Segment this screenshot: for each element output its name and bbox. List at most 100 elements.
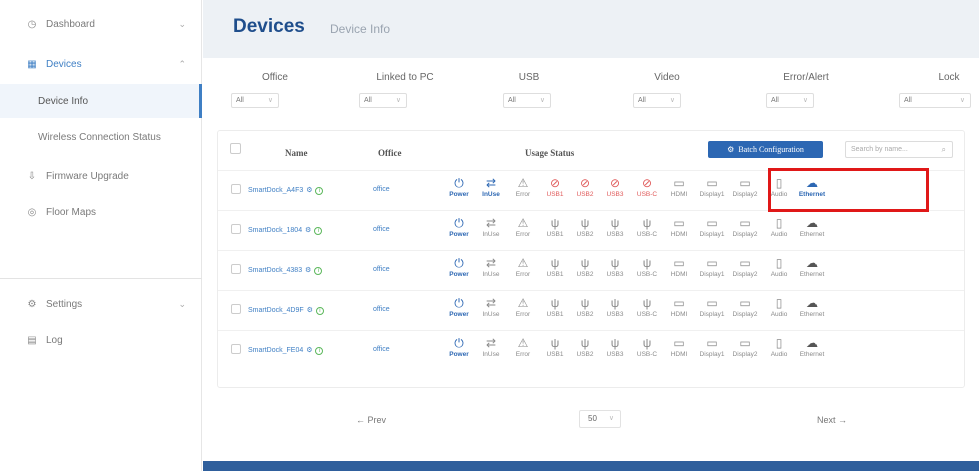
- gear-icon[interactable]: ⚙: [304, 187, 312, 194]
- status-7: ▭ HDMI: [663, 175, 695, 199]
- gear-icon[interactable]: ⚙: [303, 267, 311, 274]
- warning-icon: ⚠: [517, 216, 529, 230]
- info-icon[interactable]: i: [314, 227, 323, 235]
- audio-icon: ▯: [775, 256, 783, 270]
- info-icon[interactable]: i: [315, 187, 324, 195]
- status-label: Display1: [699, 311, 725, 318]
- status-label: USB1: [546, 311, 564, 318]
- grid-icon: ▦: [27, 58, 37, 70]
- status-label: Error: [515, 351, 531, 358]
- usb-icon: ψ: [580, 256, 590, 270]
- warning-icon: ⚠: [517, 256, 529, 270]
- status-label: InUse: [482, 231, 500, 238]
- status-11: ☁ Ethernet: [796, 215, 828, 239]
- status-label: InUse: [482, 311, 500, 318]
- gear-icon[interactable]: ⚙: [305, 307, 313, 314]
- sidebar-item-device-info[interactable]: Device Info: [0, 84, 202, 118]
- page-size-select[interactable]: 50 ∨: [579, 410, 621, 428]
- column-header-name: Name: [285, 148, 308, 158]
- sidebar-item-label: Device Info: [38, 95, 89, 107]
- status-label: Ethernet: [799, 311, 825, 318]
- usb-icon: ψ: [580, 296, 590, 310]
- status-label: Ethernet: [799, 351, 825, 358]
- filter-select-video[interactable]: All ∨: [633, 93, 681, 108]
- page-subtitle: Device Info: [330, 22, 391, 36]
- device-name: SmartDock_4383: [248, 267, 303, 274]
- row-checkbox[interactable]: [231, 184, 241, 194]
- batch-configuration-button[interactable]: ⚙ Batch Configuration: [708, 141, 823, 158]
- filter-select-office[interactable]: All ∨: [231, 93, 279, 108]
- sidebar-item-label: Settings: [46, 298, 83, 310]
- warning-icon: ⚠: [517, 176, 529, 190]
- device-office: office: [373, 226, 390, 233]
- sidebar-item-devices[interactable]: ▦ Devices ⌃: [0, 46, 202, 82]
- status-7: ▭ HDMI: [663, 255, 695, 279]
- status-4: ψ USB2: [569, 295, 601, 319]
- next-page-button[interactable]: Next →: [817, 415, 847, 425]
- chevron-down-icon: ∨: [267, 97, 273, 104]
- usb-icon: ψ: [642, 256, 652, 270]
- sidebar-item-label: Devices: [46, 58, 82, 70]
- sidebar-item-wireless[interactable]: Wireless Connection Status: [0, 120, 202, 154]
- sidebar-item-dashboard[interactable]: ◷ Dashboard ⌄: [0, 6, 202, 42]
- gear-icon[interactable]: ⚙: [303, 227, 311, 234]
- status-label: Error: [515, 311, 531, 318]
- status-2: ⚠ Error: [507, 255, 539, 279]
- status-label: Ethernet: [799, 271, 825, 278]
- sidebar-item-firmware[interactable]: ⇩ Firmware Upgrade: [0, 158, 202, 194]
- sidebar-item-floor-maps[interactable]: ◎ Floor Maps: [0, 194, 202, 230]
- device-name: SmartDock_1804: [248, 227, 303, 234]
- usb-icon: ψ: [550, 336, 560, 350]
- status-label: USB3: [606, 351, 624, 358]
- status-1: ⇄ InUse: [475, 175, 507, 199]
- status-label: InUse: [482, 191, 500, 198]
- row-checkbox[interactable]: [231, 344, 241, 354]
- status-10: ▯ Audio: [763, 255, 795, 279]
- sidebar-item-settings[interactable]: ⚙ Settings ⌄: [0, 286, 202, 322]
- status-11: ☁ Ethernet: [796, 295, 828, 319]
- chevron-down-icon: ∨: [608, 415, 614, 422]
- device-name-link[interactable]: SmartDock_1804 ⚙ i: [248, 226, 323, 235]
- row-checkbox[interactable]: [231, 264, 241, 274]
- gear-icon[interactable]: ⚙: [304, 347, 312, 354]
- info-icon[interactable]: i: [314, 267, 323, 275]
- display-icon: ▭: [706, 336, 718, 350]
- status-10: ▯ Audio: [763, 295, 795, 319]
- filter-select-lock[interactable]: All ∨: [899, 93, 971, 108]
- info-icon[interactable]: i: [315, 347, 324, 355]
- select-all-checkbox[interactable]: [230, 143, 241, 154]
- status-label: Audio: [770, 271, 788, 278]
- status-0: ⏻ Power: [443, 255, 475, 279]
- filter-select-error[interactable]: All ∨: [766, 93, 814, 108]
- warning-icon: ⚠: [517, 296, 529, 310]
- search-input[interactable]: Search by name... ⌕: [845, 141, 953, 158]
- device-name-link[interactable]: SmartDock_FE04 ⚙ i: [248, 346, 324, 355]
- status-8: ▭ Display1: [696, 255, 728, 279]
- row-checkbox[interactable]: [231, 304, 241, 314]
- usb-icon: ψ: [610, 296, 620, 310]
- page-title: Devices: [233, 16, 305, 37]
- status-label: HDMI: [670, 311, 688, 318]
- usb-icon: ψ: [610, 336, 620, 350]
- row-checkbox[interactable]: [231, 224, 241, 234]
- status-label: USB1: [546, 271, 564, 278]
- filter-select-usb[interactable]: All ∨: [503, 93, 551, 108]
- filter-select-linked[interactable]: All ∨: [359, 93, 407, 108]
- sidebar-item-label: Firmware Upgrade: [46, 170, 129, 182]
- device-name-link[interactable]: SmartDock_A4F3 ⚙ i: [248, 186, 324, 195]
- app-root: ◷ Dashboard ⌄ ▦ Devices ⌃ Device Info Wi…: [0, 0, 979, 471]
- device-name-link[interactable]: SmartDock_4D9F ⚙ i: [248, 306, 324, 315]
- device-name-link[interactable]: SmartDock_4383 ⚙ i: [248, 266, 323, 275]
- hdmi-icon: ▭: [673, 296, 685, 310]
- chevron-up-icon: ⌃: [178, 58, 186, 69]
- prev-page-button[interactable]: ← Prev: [356, 415, 386, 425]
- status-label: Display1: [699, 191, 725, 198]
- status-7: ▭ HDMI: [663, 295, 695, 319]
- status-label: InUse: [482, 351, 500, 358]
- log-icon: ▤: [27, 334, 37, 346]
- filter-value: All: [638, 97, 646, 104]
- sidebar-item-log[interactable]: ▤ Log: [0, 322, 202, 358]
- status-label: Power: [449, 271, 469, 278]
- table-row: SmartDock_FE04 ⚙ i office ⏻ Power ⇄ InUse ⚠ Erro…: [218, 330, 964, 370]
- info-icon[interactable]: i: [315, 307, 324, 315]
